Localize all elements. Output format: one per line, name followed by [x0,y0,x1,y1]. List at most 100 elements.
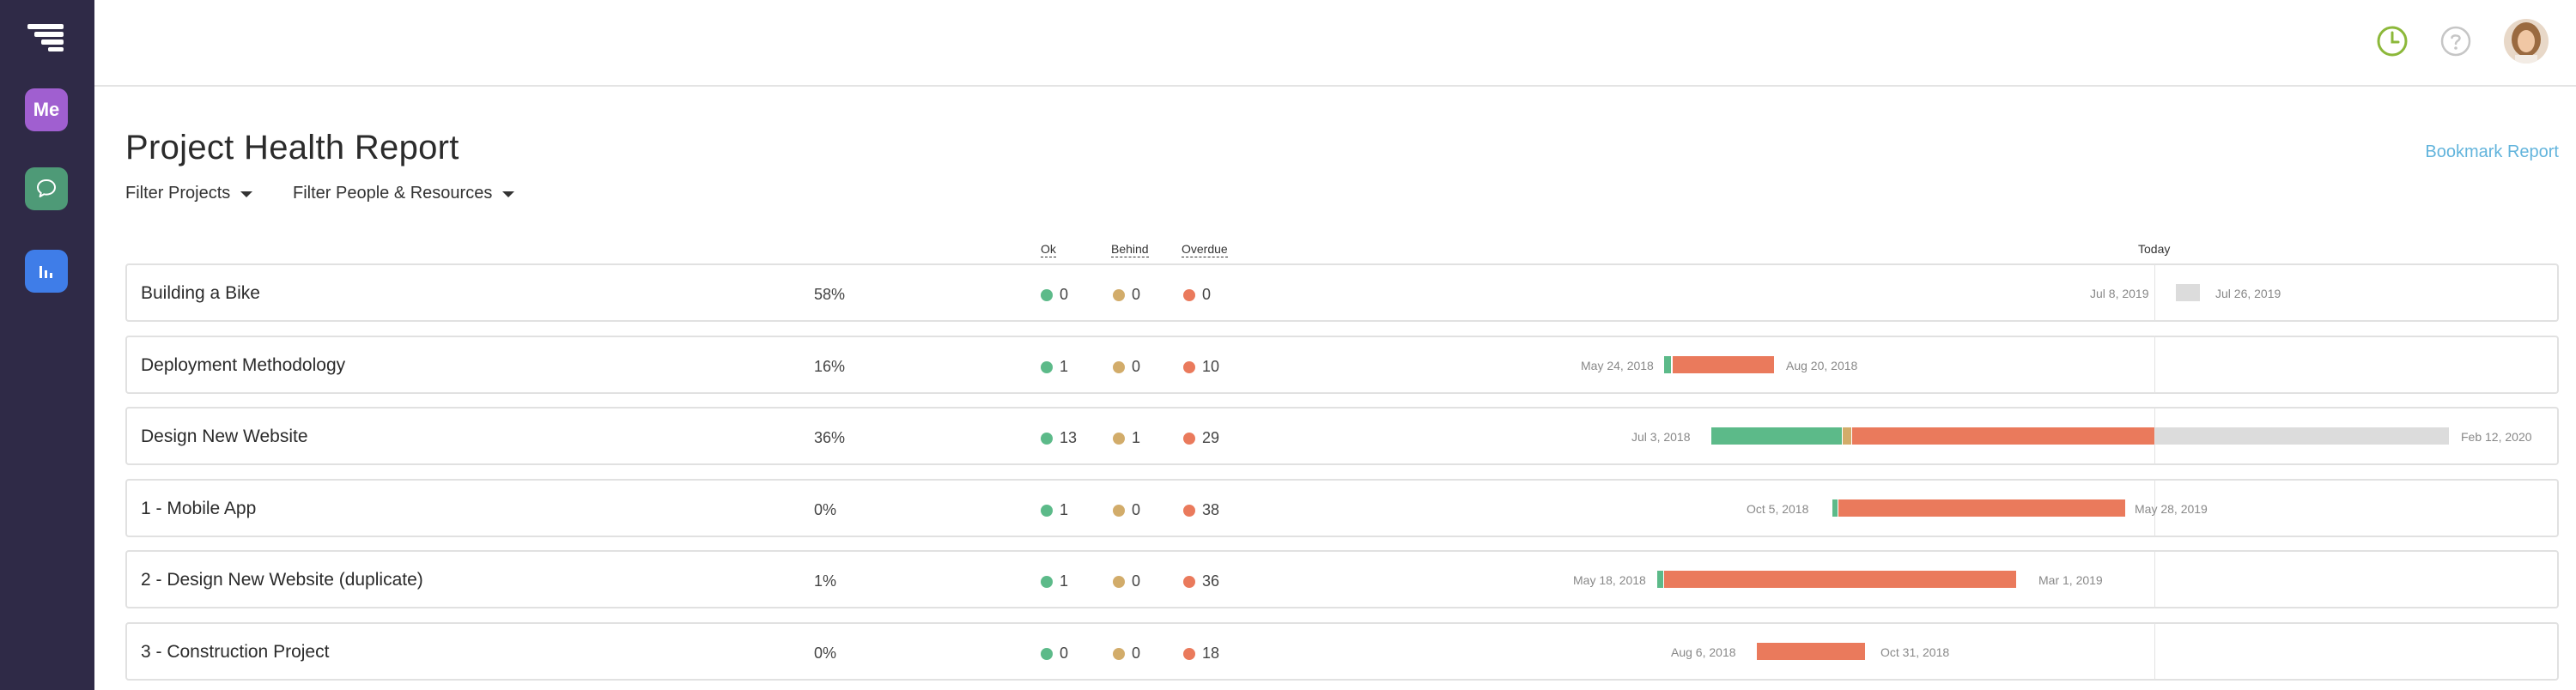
filter-people-label: Filter People & Resources [293,184,493,203]
ok-value: 0 [1060,645,1069,662]
ok-count: 1 [1041,572,1068,590]
behind-count: 0 [1113,501,1140,519]
timeline-overdue-bar [1664,571,2016,588]
today-line [2154,336,2155,394]
timeline-future-bar [2155,427,2449,445]
project-row[interactable]: 3 - Construction Project 0% 0 0 18 Aug 6… [125,622,2559,681]
overdue-count: 0 [1183,286,1211,304]
ok-value: 13 [1060,429,1078,446]
project-name[interactable]: 3 - Construction Project [141,642,329,663]
behind-count: 0 [1113,645,1140,663]
end-date: Aug 20, 2018 [1786,359,1858,372]
start-date: Jul 3, 2018 [1631,430,1691,444]
project-row[interactable]: 2 - Design New Website (duplicate) 1% 1 … [125,550,2559,608]
nav-me-button[interactable]: Me [25,88,68,131]
nav-chat-button[interactable] [25,167,68,210]
project-percent: 0% [814,645,837,662]
project-name[interactable]: 2 - Design New Website (duplicate) [141,570,423,590]
behind-value: 1 [1132,429,1141,446]
timeline-behind-bar [1843,427,1851,445]
help-icon[interactable] [2439,24,2473,58]
behind-dot-icon [1113,575,1125,588]
timeline-overdue-bar [1757,643,1865,660]
timeline-ok-bar [1664,356,1671,373]
behind-dot-icon [1113,647,1125,660]
chat-icon [37,179,56,197]
timeline-ok-bar [1832,499,1838,517]
top-bar [94,0,2576,87]
overdue-count: 29 [1183,429,1219,447]
filter-projects-dropdown[interactable]: Filter Projects [125,184,253,203]
overdue-count: 36 [1183,572,1219,590]
overdue-dot-icon [1183,432,1195,445]
behind-value: 0 [1132,645,1141,662]
timeline-future-bar [2176,284,2200,301]
behind-count: 0 [1113,286,1140,304]
overdue-count: 10 [1183,358,1219,376]
ok-value: 1 [1060,358,1069,375]
behind-count: 1 [1113,429,1140,447]
timeline-ok-bar [1711,427,1842,445]
clock-icon[interactable] [2375,24,2409,58]
behind-dot-icon [1113,504,1125,517]
timeline-overdue-bar [1673,356,1774,373]
ok-value: 1 [1060,501,1069,518]
behind-count: 0 [1113,358,1140,376]
ok-dot-icon [1041,432,1053,445]
overdue-value: 38 [1202,501,1220,518]
filter-people-dropdown[interactable]: Filter People & Resources [293,184,515,203]
chevron-down-icon [240,191,253,197]
overdue-count: 18 [1183,645,1219,663]
ok-count: 1 [1041,501,1068,519]
start-date: Oct 5, 2018 [1747,502,1809,516]
overdue-value: 0 [1202,286,1212,303]
timeline-overdue-bar [1852,427,2154,445]
today-label: Today [2138,242,2171,256]
column-header-behind[interactable]: Behind [1111,242,1149,257]
project-row[interactable]: Deployment Methodology 16% 1 0 10 May 24… [125,336,2559,394]
overdue-dot-icon [1183,575,1195,588]
sidebar: Me [0,0,94,690]
project-percent: 16% [814,358,846,375]
bookmark-report-link[interactable]: Bookmark Report [2425,142,2559,162]
end-date: Feb 12, 2020 [2461,430,2532,444]
overdue-dot-icon [1183,288,1195,301]
end-date: Oct 31, 2018 [1880,645,1950,659]
behind-value: 0 [1132,358,1141,375]
ok-dot-icon [1041,647,1053,660]
column-header-overdue[interactable]: Overdue [1182,242,1228,257]
project-row[interactable]: Building a Bike 58% 0 0 0 Jul 8, 2019 Ju… [125,263,2559,322]
project-name[interactable]: Deployment Methodology [141,355,345,376]
behind-dot-icon [1113,360,1125,373]
start-date: Jul 8, 2019 [2090,287,2149,300]
timeline-ok-bar [1657,571,1663,588]
behind-dot-icon [1113,432,1125,445]
ok-dot-icon [1041,360,1053,373]
overdue-count: 38 [1183,501,1219,519]
filter-projects-label: Filter Projects [125,184,231,203]
behind-value: 0 [1132,572,1141,590]
behind-count: 0 [1113,572,1140,590]
nav-reports-button[interactable] [25,250,68,293]
project-percent: 0% [814,501,837,518]
start-date: May 18, 2018 [1573,573,1646,587]
ok-count: 0 [1041,286,1068,304]
user-avatar[interactable] [2504,19,2549,64]
overdue-value: 29 [1202,429,1220,446]
project-name[interactable]: 1 - Mobile App [141,499,256,519]
project-row[interactable]: 1 - Mobile App 0% 1 0 38 Oct 5, 2018 May… [125,479,2559,537]
logo-icon[interactable] [27,24,64,51]
overdue-dot-icon [1183,360,1195,373]
nav-me-label: Me [33,99,60,120]
ok-dot-icon [1041,288,1053,301]
ok-dot-icon [1041,575,1053,588]
project-name[interactable]: Building a Bike [141,283,260,304]
project-row[interactable]: Design New Website 36% 13 1 29 Jul 3, 20… [125,407,2559,465]
column-header-ok[interactable]: Ok [1041,242,1056,257]
today-line [2154,263,2155,322]
project-name[interactable]: Design New Website [141,427,308,447]
bar-chart-icon [39,266,52,278]
ok-count: 13 [1041,429,1077,447]
overdue-value: 10 [1202,358,1220,375]
overdue-value: 36 [1202,572,1220,590]
